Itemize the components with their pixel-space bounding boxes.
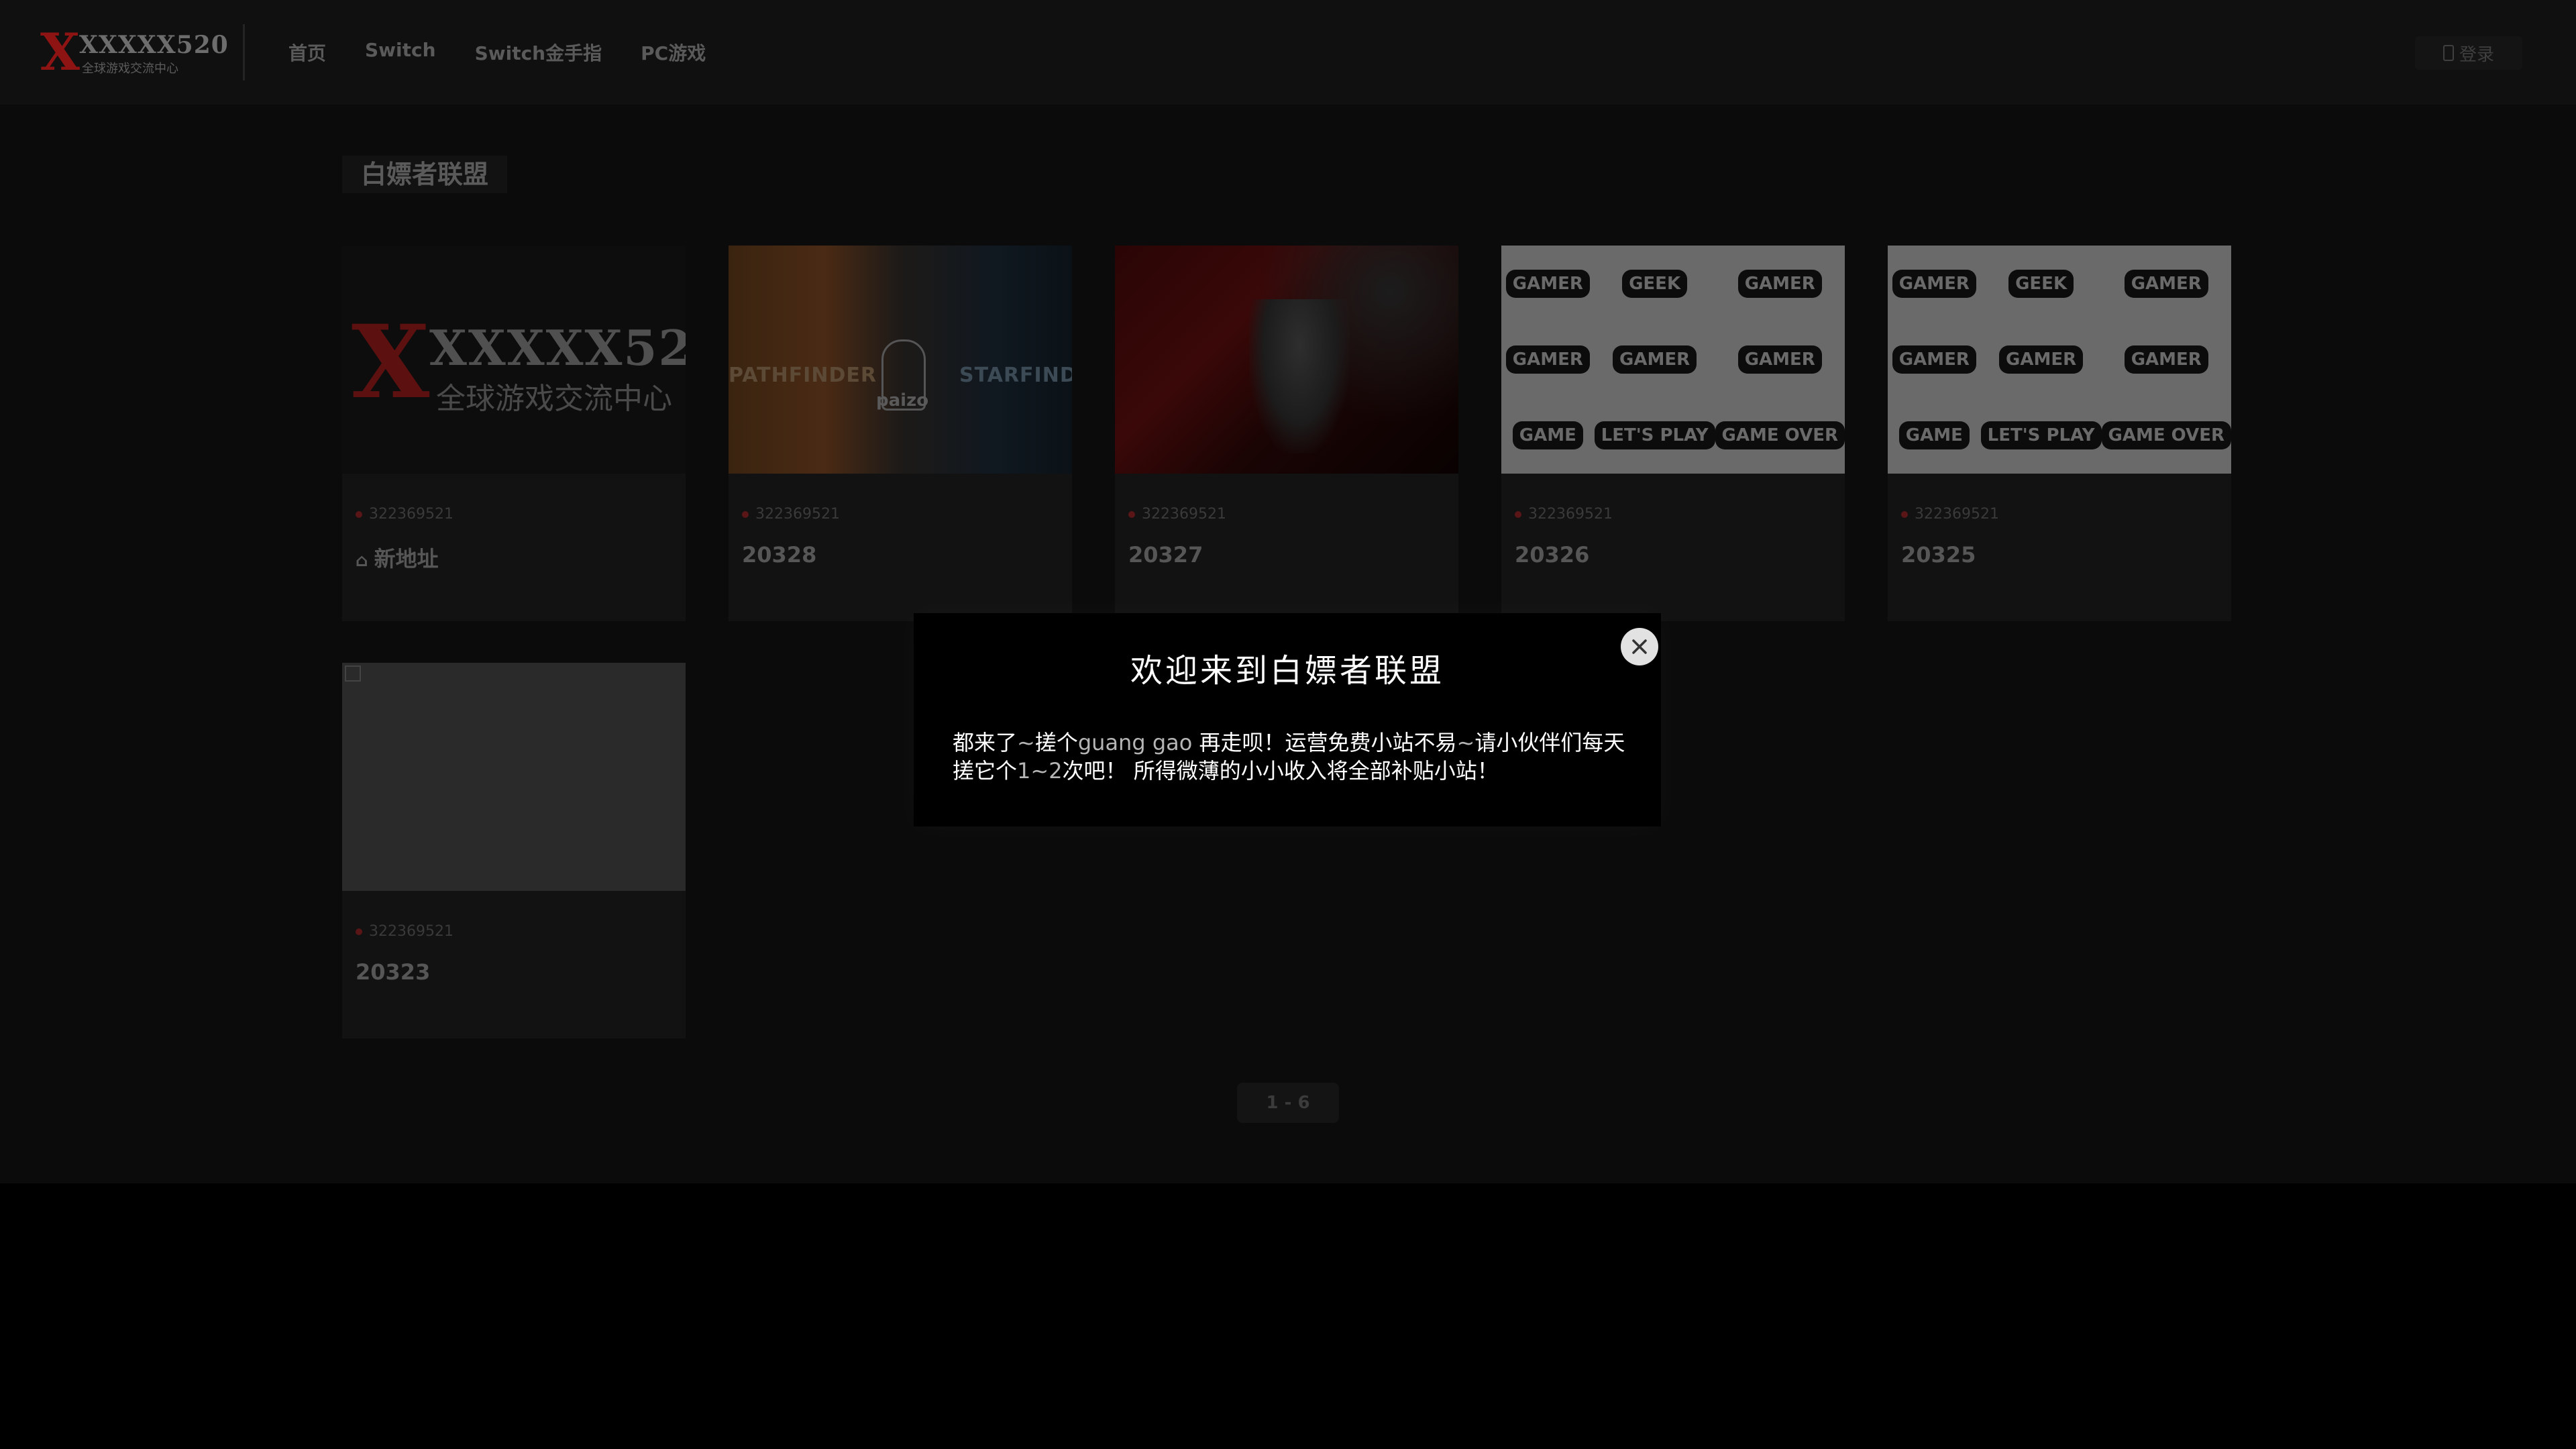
modal-text: 次吧！ 所得微薄的小小收入将全部补贴小站！ (1062, 758, 1499, 784)
paizo-text: paizo (876, 390, 929, 411)
logo-image-brand: XXXXX520 (429, 319, 686, 376)
user-dot-icon (356, 928, 362, 935)
gamer-badge: GAME (1512, 421, 1583, 450)
post-card[interactable]: 322369521 20323 (342, 663, 686, 1038)
welcome-modal: 欢迎来到白嫖者联盟 都来了~搓个guang gao 再走呗！运营免费小站不易~请… (914, 613, 1661, 826)
card-meta: 322369521 (742, 506, 840, 523)
post-card[interactable]: PATHFINDER paizo STARFINDER 322369521 20… (729, 246, 1072, 621)
card-meta: 322369521 (1128, 506, 1226, 523)
location-pin-icon: ⌂ (356, 551, 374, 571)
user-dot-icon (1128, 511, 1135, 518)
broken-image-icon (345, 665, 361, 682)
user-dot-icon (1515, 511, 1521, 518)
close-button[interactable] (1621, 628, 1658, 665)
card-author[interactable]: 322369521 (1142, 506, 1226, 523)
card-author[interactable]: 322369521 (1528, 506, 1613, 523)
login-button[interactable]: 登录 (2415, 36, 2522, 70)
card-author[interactable]: 322369521 (369, 506, 453, 523)
logo-image-tagline: 全球游戏交流中心 (436, 382, 672, 416)
gamer-badges-image: GAMER GEEK GAMER GAMER GAMER GAMER GAME … (1501, 246, 1845, 474)
starfinder-text: STARFINDER (959, 364, 1072, 387)
card-author[interactable]: 322369521 (369, 923, 453, 940)
gamer-badge: GAME OVER (2101, 421, 2231, 450)
nav-switch-cheats[interactable]: Switch金手指 (475, 39, 602, 66)
soldier-figure (1249, 299, 1350, 453)
gamer-badge: GAMER (1505, 345, 1590, 374)
modal-text-highlight: ~ (1456, 730, 1475, 755)
main-nav: 首页 Switch Switch金手指 PC游戏 (288, 39, 706, 66)
card-title[interactable]: 20327 (1128, 542, 1203, 568)
pagination[interactable]: 1 - 6 (1237, 1083, 1339, 1123)
pathfinder-image: PATHFINDER paizo STARFINDER (729, 246, 1072, 474)
gamer-badge: LET'S PLAY (1980, 421, 2102, 450)
gamer-badge: GAME (1898, 421, 1970, 450)
logo-image-x: X (352, 303, 430, 421)
card-title[interactable]: 20323 (356, 959, 430, 985)
gamer-badges-image: GAMER GEEK GAMER GAMER GAMER GAMER GAME … (1888, 246, 2231, 474)
logo-image: X XXXXX520 全球游戏交流中心 (342, 246, 686, 474)
gamer-badge: LET'S PLAY (1594, 421, 1715, 450)
post-card[interactable]: GAMER GEEK GAMER GAMER GAMER GAMER GAME … (1888, 246, 2231, 621)
modal-text-highlight: ~ (1017, 730, 1035, 755)
nav-switch[interactable]: Switch (365, 39, 436, 66)
gamer-badge: GAMER (1892, 345, 1976, 374)
post-card[interactable]: GAMER GEEK GAMER GAMER GAMER GAMER GAME … (1501, 246, 1845, 621)
gamer-badge: GAMER (1505, 269, 1590, 298)
page-footer (0, 1183, 2576, 1449)
card-title[interactable]: 20326 (1515, 542, 1589, 568)
login-label: 登录 (2459, 44, 2494, 65)
post-card[interactable]: 322369521 20327 (1115, 246, 1458, 621)
user-dot-icon (742, 511, 749, 518)
gamer-badge: GEEK (1622, 269, 1688, 298)
card-meta: 322369521 (356, 923, 453, 940)
section-title: 白嫖者联盟 (342, 156, 508, 193)
gamer-badge: GAMER (2124, 345, 2208, 374)
pathfinder-text: PATHFINDER (729, 364, 877, 387)
logo-x: X (40, 22, 80, 82)
modal-text: 都来了 (953, 730, 1018, 755)
logo-tagline: 全球游戏交流中心 (82, 62, 178, 76)
modal-message: 都来了~搓个guang gao 再走呗！运营免费小站不易~请小伙伴们每天搓它个1… (953, 729, 1630, 785)
modal-text: 搓个 (1034, 730, 1078, 755)
site-logo[interactable]: X XXXXX520 全球游戏交流中心 (40, 22, 228, 82)
broken-image (342, 663, 686, 891)
gamer-badge: GAMER (1999, 345, 2084, 374)
site-header: X XXXXX520 全球游戏交流中心 首页 Switch Switch金手指 … (0, 0, 2576, 105)
card-title[interactable]: 20325 (1901, 542, 1976, 568)
user-dot-icon (356, 511, 362, 518)
gamer-badge: GAMER (1892, 269, 1976, 298)
modal-title: 欢迎来到白嫖者联盟 (1130, 652, 1444, 690)
card-author[interactable]: 322369521 (1915, 506, 1999, 523)
modal-text: 再走呗！运营免费小站不易 (1199, 730, 1457, 755)
card-meta: 322369521 (1515, 506, 1613, 523)
user-icon (2443, 45, 2454, 61)
header-divider (243, 24, 245, 80)
logo-brand: XXXXX520 (79, 31, 229, 59)
gamer-badge: GAMER (1737, 345, 1822, 374)
modal-text-highlight: guang gao (1077, 730, 1199, 755)
modal-text-highlight: 1~2 (1017, 758, 1063, 784)
user-dot-icon (1901, 511, 1908, 518)
gamer-badge: GEEK (2008, 269, 2074, 298)
nav-pc-games[interactable]: PC游戏 (641, 39, 706, 66)
gamer-badge: GAME OVER (1715, 421, 1845, 450)
soldier-image (1115, 246, 1458, 474)
card-title[interactable]: 20328 (742, 542, 816, 568)
gamer-badge: GAMER (1613, 345, 1697, 374)
card-title[interactable]: ⌂ 新地址 (356, 542, 439, 573)
card-meta: 322369521 (1901, 506, 1999, 523)
nav-home[interactable]: 首页 (288, 39, 326, 66)
card-author[interactable]: 322369521 (755, 506, 840, 523)
post-card[interactable]: X XXXXX520 全球游戏交流中心 322369521 ⌂ 新地址 (342, 246, 686, 621)
close-icon (1632, 639, 1647, 654)
card-meta: 322369521 (356, 506, 453, 523)
gamer-badge: GAMER (1737, 269, 1822, 298)
card-title-text: 新地址 (374, 546, 439, 572)
gamer-badge: GAMER (2124, 269, 2208, 298)
